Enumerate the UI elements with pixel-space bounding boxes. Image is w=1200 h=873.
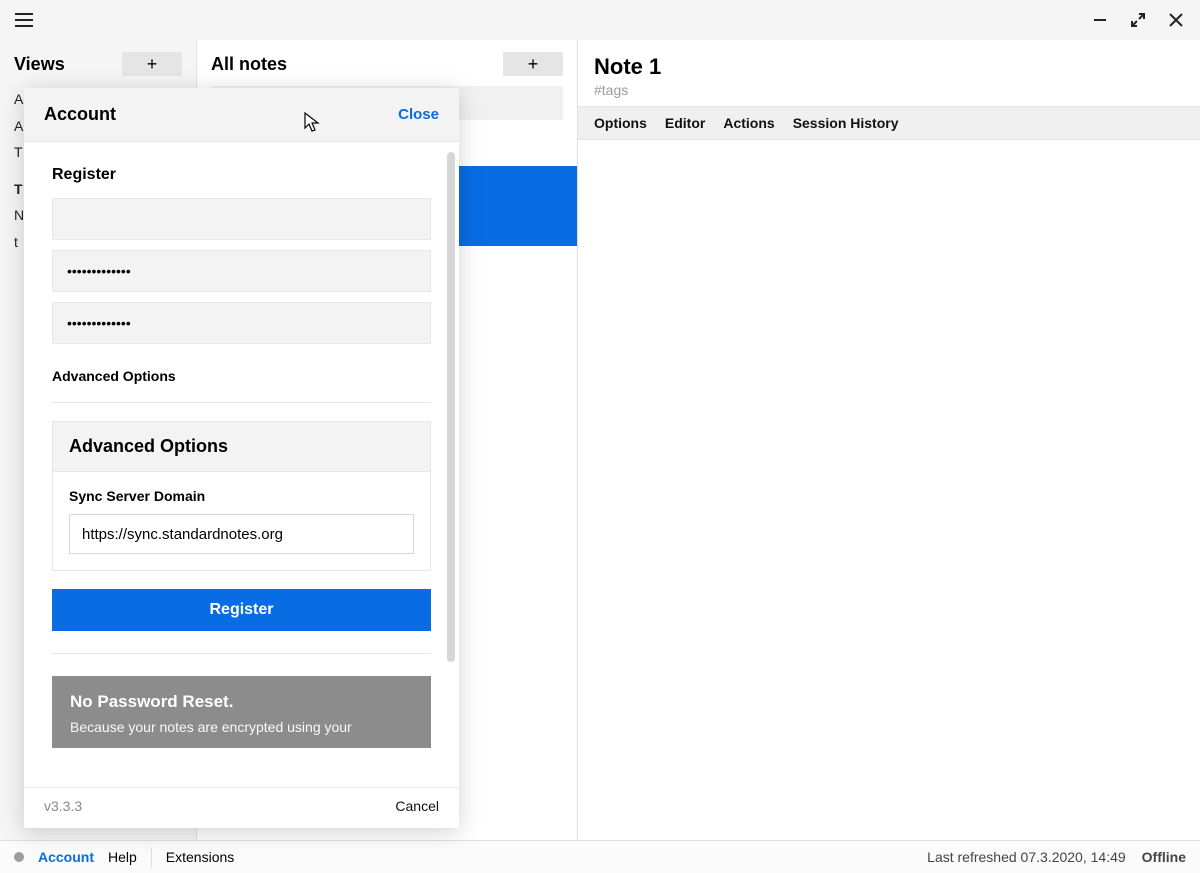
statusbar-extensions[interactable]: Extensions [166,849,234,865]
advanced-options-link[interactable]: Advanced Options [52,368,431,384]
password-field[interactable] [52,250,431,292]
register-heading: Register [52,166,431,184]
popup-header: Account Close [24,88,459,142]
titlebar [0,0,1200,40]
maximize-icon[interactable] [1126,8,1150,32]
sync-server-label: Sync Server Domain [69,488,414,504]
register-button[interactable]: Register [52,589,431,631]
note-tags[interactable]: #tags [594,82,1184,98]
tab-actions[interactable]: Actions [723,115,774,131]
no-password-reset-title: No Password Reset. [70,692,413,712]
popup-footer: v3.3.3 Cancel [24,787,459,828]
tab-editor[interactable]: Editor [665,115,705,131]
hamburger-icon[interactable] [12,8,36,32]
editor-panel: Note 1 #tags Options Editor Actions Sess… [578,40,1200,840]
popup-title: Account [44,104,116,125]
divider [52,402,431,403]
add-view-button[interactable]: + [122,52,182,76]
sync-server-input[interactable] [69,514,414,554]
advanced-options-box: Advanced Options Sync Server Domain [52,421,431,571]
scrollbar-thumb[interactable] [447,152,455,662]
notes-header: All notes + [197,40,577,86]
note-title[interactable]: Note 1 [594,54,1184,80]
close-icon[interactable] [1164,8,1188,32]
views-title: Views [14,54,65,75]
views-header: Views + [0,40,196,86]
statusbar-help[interactable]: Help [108,849,137,865]
account-popup: Account Close Register Advanced Options … [24,88,459,828]
minimize-icon[interactable] [1088,8,1112,32]
version-label: v3.3.3 [44,798,82,814]
tab-options[interactable]: Options [594,115,647,131]
no-password-reset-text: Because your notes are encrypted using y… [70,718,413,738]
editor-header: Note 1 #tags [578,40,1200,106]
advanced-options-title: Advanced Options [53,422,430,472]
email-field[interactable] [52,198,431,240]
notes-title: All notes [211,54,287,75]
status-offline: Offline [1142,849,1186,865]
confirm-password-field[interactable] [52,302,431,344]
editor-body[interactable] [578,140,1200,840]
divider [52,653,431,654]
status-dot-icon [14,852,24,862]
statusbar: Account Help Extensions Last refreshed 0… [0,840,1200,873]
popup-body: Register Advanced Options Advanced Optio… [24,142,459,787]
no-password-reset-box: No Password Reset. Because your notes ar… [52,676,431,748]
divider [151,847,152,867]
close-button[interactable]: Close [398,106,439,123]
cancel-button[interactable]: Cancel [395,798,439,814]
add-note-button[interactable]: + [503,52,563,76]
tab-session-history[interactable]: Session History [793,115,899,131]
statusbar-account[interactable]: Account [38,849,94,865]
last-refreshed: Last refreshed 07.3.2020, 14:49 [927,849,1125,865]
editor-tabs: Options Editor Actions Session History [578,106,1200,140]
